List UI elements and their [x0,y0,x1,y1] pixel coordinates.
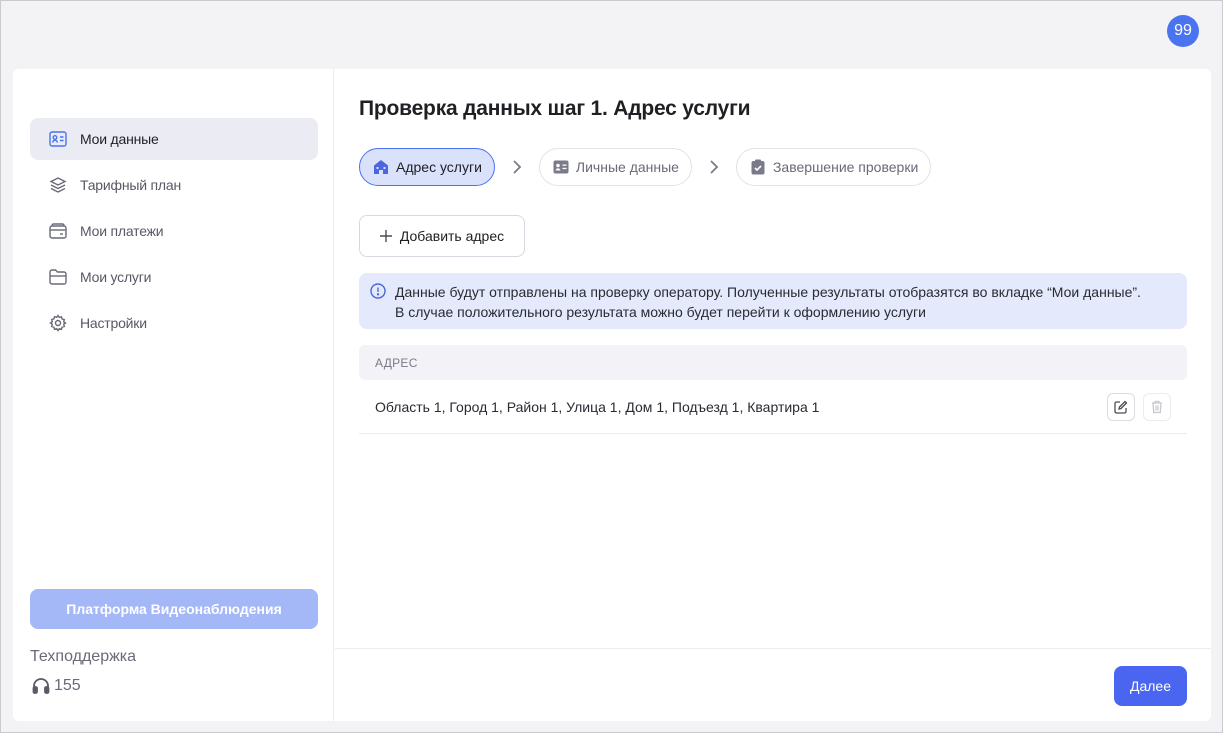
next-button[interactable]: Далее [1114,666,1187,706]
add-address-button[interactable]: Добавить адрес [359,215,525,257]
support-phone[interactable]: 155 [30,675,81,697]
info-text-line1: Данные будут отправлены на проверку опер… [395,284,1141,300]
info-banner: Данные будут отправлены на проверку опер… [359,273,1187,329]
avatar[interactable]: 99 [1167,15,1199,47]
address-cell: Область 1, Город 1, Район 1, Улица 1, До… [375,398,820,415]
layers-icon [48,175,68,195]
sidebar-item-label: Мои платежи [80,223,164,239]
plus-icon [379,230,392,242]
sidebar-item-settings[interactable]: Настройки [30,302,318,344]
id-card-icon [552,158,570,176]
sidebar-item-tariff[interactable]: Тарифный план [30,164,318,206]
sidebar-item-my-data[interactable]: Мои данные [30,118,318,160]
folder-icon [48,267,68,287]
content-card: Мои данные Тарифный план Мои платежи Мои… [13,69,1211,721]
delete-button[interactable] [1143,393,1171,421]
add-address-label: Добавить адрес [399,228,505,244]
sidebar-item-label: Мои услуги [80,269,152,285]
main-content: Проверка данных шаг 1. Адрес услуги Адре… [335,69,1211,721]
info-icon [370,283,386,304]
address-table: АДРЕС Область 1, Город 1, Район 1, Улица… [359,345,1187,434]
house-icon [372,158,390,176]
edit-icon [1114,400,1128,414]
sidebar-nav: Мои данные Тарифный план Мои платежи Мои… [30,118,318,348]
step-label: Завершение проверки [772,159,919,175]
chevron-right-icon [692,160,736,174]
gear-icon [48,313,68,333]
step-address[interactable]: Адрес услуги [359,148,495,186]
trash-icon [1151,400,1163,414]
sidebar-item-payments[interactable]: Мои платежи [30,210,318,252]
support-phone-number: 155 [54,677,81,694]
sidebar-item-label: Тарифный план [80,177,182,193]
footer-bar: Далее [335,648,1211,721]
step-label: Личные данные [575,159,679,175]
app-window: 99 Мои данные Тарифный план Мои платежи … [0,0,1223,733]
step-personal-data[interactable]: Личные данные [538,148,692,186]
info-text-line2: В случае положительного результата можно… [395,304,926,320]
step-label: Адрес услуги [396,159,482,175]
headset-icon [30,675,52,697]
sidebar-item-label: Настройки [80,315,147,331]
table-row: Область 1, Город 1, Район 1, Улица 1, До… [359,380,1187,434]
id-card-icon [48,129,68,149]
sidebar-item-services[interactable]: Мои услуги [30,256,318,298]
edit-button[interactable] [1107,393,1135,421]
chevron-right-icon [495,160,539,174]
page-title: Проверка данных шаг 1. Адрес услуги [359,97,751,120]
row-actions [1099,393,1171,421]
step-finish-check[interactable]: Завершение проверки [735,148,932,186]
table-header: АДРЕС [359,345,1187,380]
column-header-address: АДРЕС [375,355,418,370]
sidebar: Мои данные Тарифный план Мои платежи Мои… [13,69,334,721]
wallet-icon [48,221,68,241]
stepper: Адрес услуги Личные данные Завершение пр… [359,148,932,186]
top-bar: 99 [1,1,1222,59]
sidebar-item-label: Мои данные [80,131,159,147]
video-platform-button[interactable]: Платформа Видеонаблюдения [30,589,318,629]
clipboard-check-icon [749,158,767,176]
support-label: Техподдержка [30,648,137,665]
